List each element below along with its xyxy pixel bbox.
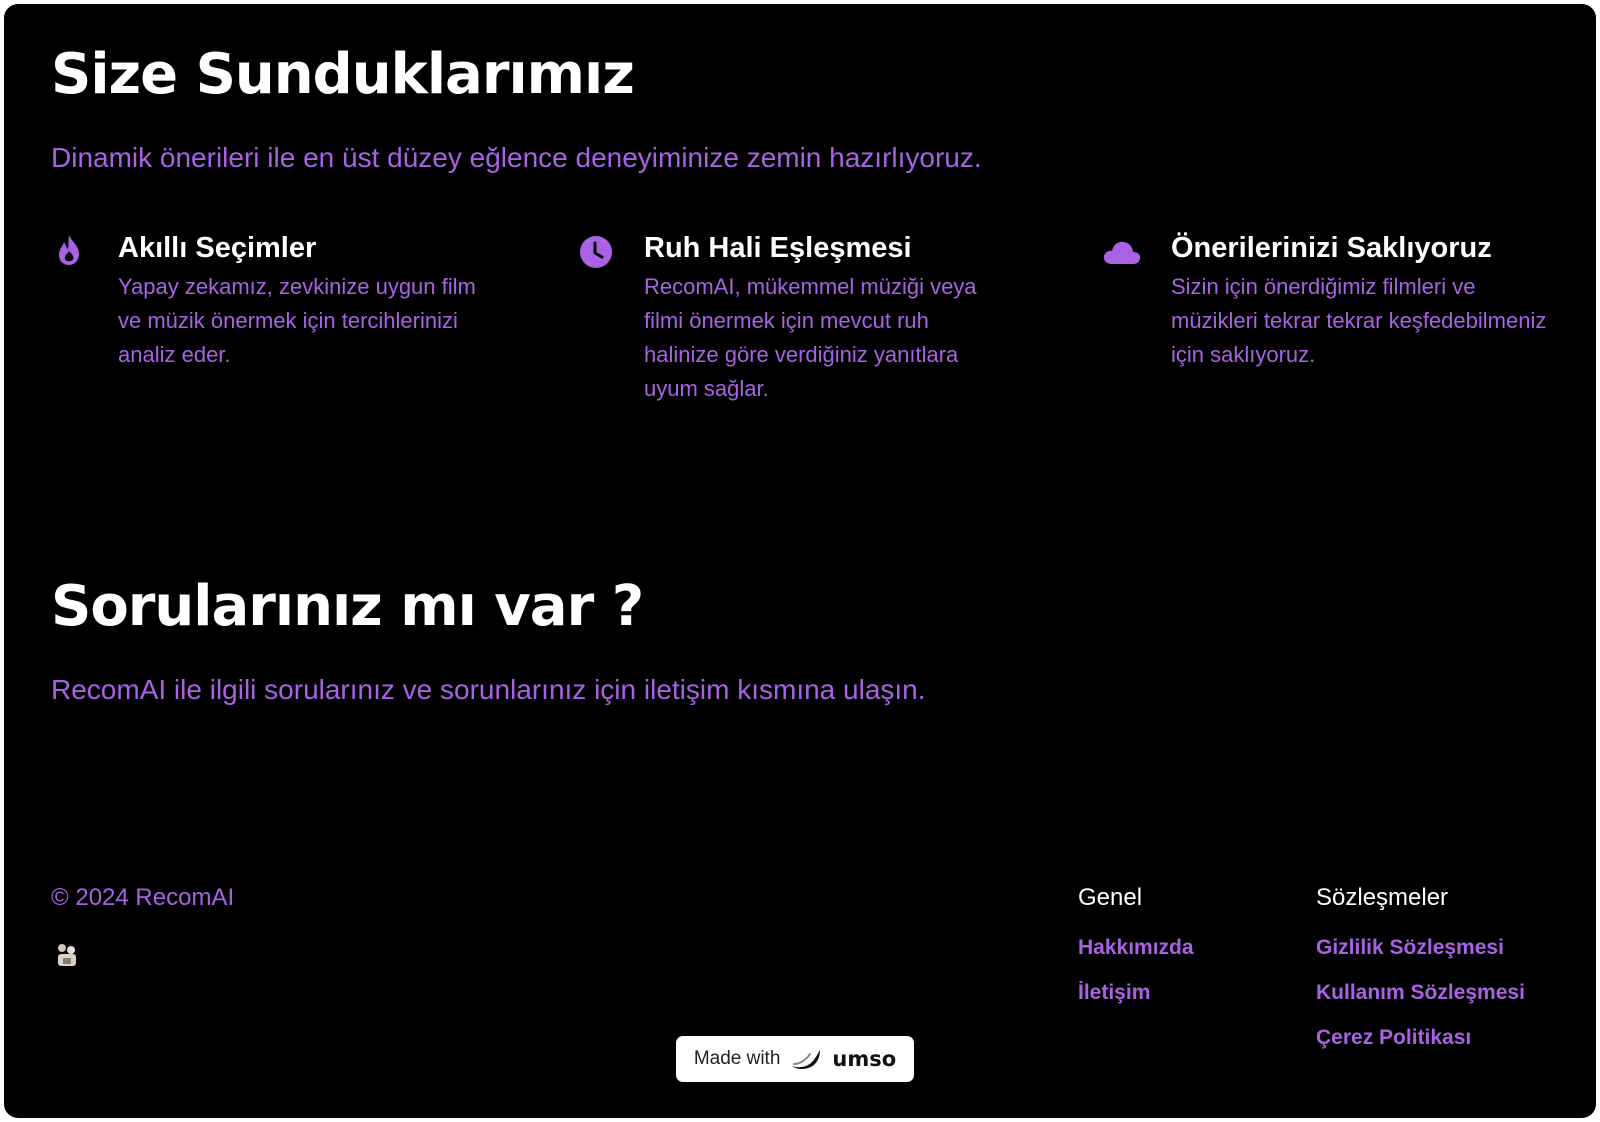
questions-title: Sorularınız mı var ? xyxy=(51,574,644,639)
copyright-text: © 2024 RecomAI xyxy=(51,884,235,911)
questions-subtitle: RecomAI ile ilgili sorularınız ve sorunl… xyxy=(51,674,926,705)
feature-title-mood-match: Ruh Hali Eşleşmesi xyxy=(644,232,912,264)
footer-link-terms[interactable]: Kullanım Sözleşmesi xyxy=(1316,981,1525,1005)
made-with-label: Made with xyxy=(693,1048,781,1069)
feature-title-smart-picks: Akıllı Seçimler xyxy=(118,232,317,264)
feature-desc-mood-match: RecomAI, mükemmel müziği veya filmi öner… xyxy=(644,274,977,401)
footer-link-privacy[interactable]: Gizlilik Sözleşmesi xyxy=(1316,936,1504,960)
features-subtitle: Dinamik önerileri ile en üst düzey eğlen… xyxy=(51,142,982,173)
umso-logo-icon xyxy=(790,1048,822,1070)
footer-link-contact[interactable]: İletişim xyxy=(1078,981,1150,1005)
umso-brand-text: umso xyxy=(832,1047,897,1071)
feature-desc-save: Sizin için önerdiğimiz filmleri ve müzik… xyxy=(1171,274,1547,367)
page-frame: Size Sunduklarımız Dinamik önerileri ile… xyxy=(4,4,1596,1118)
footer-link-about[interactable]: Hakkımızda xyxy=(1078,936,1194,960)
made-with-umso-badge[interactable]: Made with umso xyxy=(676,1036,914,1082)
fire-icon xyxy=(51,232,87,268)
clock-icon xyxy=(578,234,614,270)
feature-desc-smart-picks: Yapay zekamız, zevkinize uygun film ve m… xyxy=(118,274,476,367)
brand-logo-icon[interactable] xyxy=(54,938,80,968)
features-title: Size Sunduklarımız xyxy=(51,42,635,107)
footer-col-title-contracts: Sözleşmeler xyxy=(1316,884,1449,911)
footer-link-cookies[interactable]: Çerez Politikası xyxy=(1316,1026,1471,1050)
feature-title-save: Önerilerinizi Saklıyoruz xyxy=(1171,232,1492,264)
footer-col-title-genel: Genel xyxy=(1078,884,1143,911)
cloud-icon xyxy=(1102,236,1141,272)
